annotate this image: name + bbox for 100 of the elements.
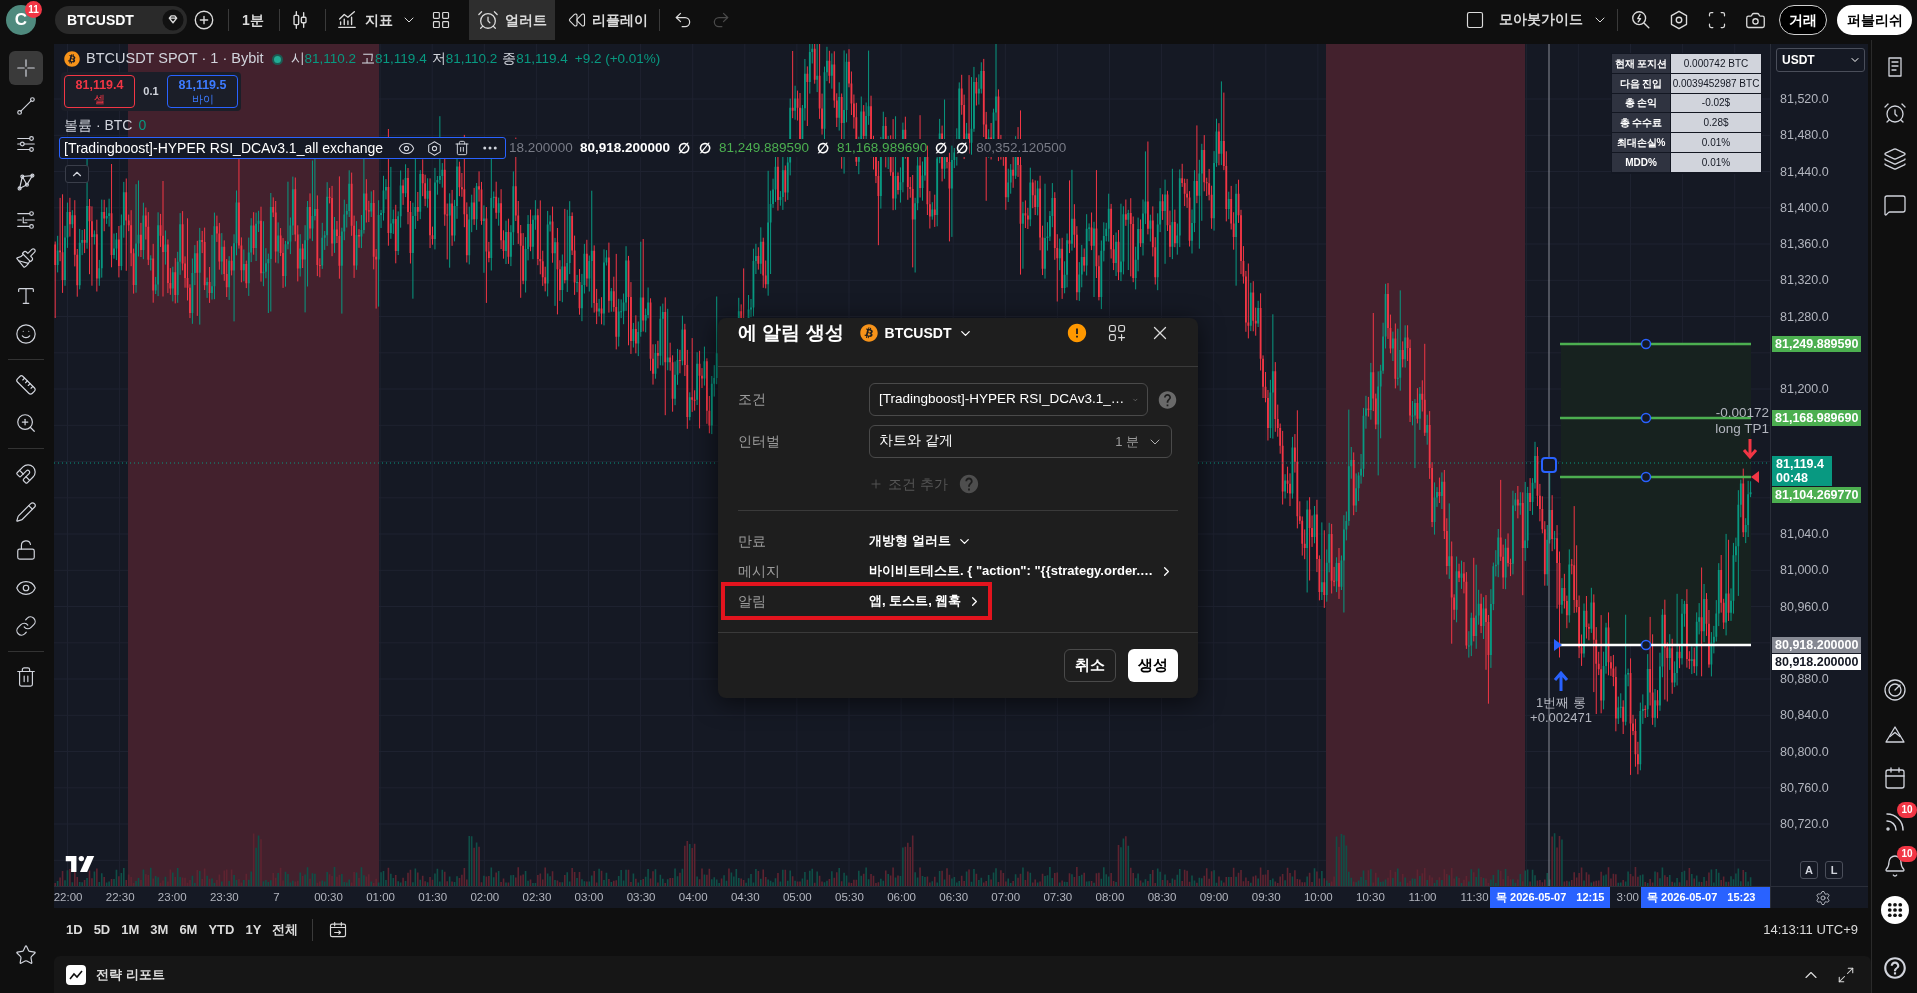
warning-icon[interactable]: [1066, 322, 1088, 344]
price-tick: 81,000.0: [1780, 562, 1829, 579]
ruler-icon[interactable]: [15, 374, 37, 396]
layers-icon[interactable]: [1882, 147, 1907, 171]
publish-button[interactable]: 퍼블리쉬: [1837, 5, 1912, 35]
time-tick: 23:00: [157, 889, 187, 905]
volume-value: 0: [138, 115, 147, 135]
alarm-clock-icon[interactable]: [1882, 101, 1907, 125]
square-icon[interactable]: [1465, 10, 1485, 30]
dropdown-button[interactable]: 개방형 얼러트: [869, 531, 972, 551]
stat-label: 현재 포지션: [1612, 54, 1671, 73]
crosshair-tool[interactable]: [9, 51, 43, 85]
time-tick: 06:00: [887, 889, 916, 905]
level-lines-icon[interactable]: [15, 209, 37, 231]
magnet-icon[interactable]: [15, 463, 37, 485]
settings-icon[interactable]: [426, 139, 444, 157]
plus-circle-icon[interactable]: [193, 9, 215, 31]
smiley-icon[interactable]: [15, 323, 37, 345]
last-price: 81,119.4: [1776, 457, 1825, 471]
calendar-icon[interactable]: [1882, 766, 1907, 790]
replay-button[interactable]: 리플레이: [561, 5, 654, 35]
chat-icon[interactable]: [1882, 193, 1907, 217]
create-button[interactable]: 생성: [1128, 649, 1178, 682]
trade-button[interactable]: 거래: [1779, 5, 1827, 35]
ohlc-label: 종: [502, 49, 517, 68]
price-tick: 81,280.0: [1780, 308, 1829, 325]
sell-button[interactable]: 81,119.4 셀: [64, 75, 135, 108]
drag-handle[interactable]: [1541, 457, 1557, 473]
collapse-button[interactable]: [65, 165, 89, 183]
range-button[interactable]: 3M: [150, 920, 169, 940]
trash-icon[interactable]: [454, 140, 471, 156]
interval-button[interactable]: 1분: [238, 5, 268, 35]
triangle-marker-icon: [1554, 639, 1562, 651]
time-tick: 3:00: [1616, 889, 1639, 905]
range-button[interactable]: 1Y: [245, 920, 262, 940]
ohlc-value: 81,119.4: [375, 49, 427, 68]
time-tick: 06:30: [939, 889, 969, 905]
link-button[interactable]: 바이비트테스트. { "action": "{{strategy.order.…: [869, 561, 1175, 581]
star-icon[interactable]: [15, 944, 37, 966]
maximize-icon[interactable]: [1837, 965, 1855, 984]
range-button[interactable]: 전체: [272, 920, 299, 940]
dial-icon[interactable]: [1882, 678, 1907, 702]
squares-plus-icon[interactable]: [1107, 323, 1127, 343]
stat-value: 0.28$: [1671, 113, 1761, 133]
time-tick: 02:30: [522, 889, 552, 905]
indicator-value: 80,352.120500: [976, 139, 1067, 157]
alarm-clock-icon[interactable]: [476, 9, 499, 31]
text-icon[interactable]: [15, 285, 37, 307]
symbol-dropdown[interactable]: BTCUSDT: [859, 322, 974, 344]
pattern-icon[interactable]: [15, 171, 37, 193]
price-label: 80,918.200000: [1772, 637, 1862, 653]
link-button[interactable]: 앱, 토스트, 웹훅: [869, 591, 983, 611]
cancel-button[interactable]: 취소: [1064, 649, 1116, 682]
range-button[interactable]: 1D: [66, 920, 83, 940]
scale-button[interactable]: L: [1825, 861, 1843, 879]
parallel-lines-icon[interactable]: [15, 133, 37, 155]
range-button[interactable]: 1M: [121, 920, 140, 940]
select-field[interactable]: 차트와 같게 1 분: [869, 425, 1172, 458]
time-tick: 11:00: [1408, 889, 1437, 905]
stat-value: 0.000742 BTC: [1671, 54, 1761, 73]
line-icon[interactable]: [15, 95, 37, 117]
time-tick: 03:30: [626, 889, 656, 905]
price-tick: 80,720.0: [1780, 816, 1829, 832]
ohlc-value: 81,110.2: [304, 49, 357, 68]
indicator-value: ∅: [677, 139, 691, 157]
brush-icon[interactable]: [15, 247, 37, 269]
indicators-button[interactable]: 지표: [331, 5, 397, 35]
zoom-in-icon[interactable]: [15, 412, 37, 434]
indicator-value: 81,249.889590: [719, 139, 810, 157]
symbol-search[interactable]: BTCUSDT: [55, 6, 187, 34]
alert-button[interactable]: 얼러트: [468, 0, 555, 40]
rewind-icon[interactable]: [567, 11, 586, 29]
scale-button[interactable]: A: [1800, 861, 1818, 879]
range-button[interactable]: 5D: [93, 920, 111, 940]
symbol-title: BTCUSDT SPOT · 1 · Bybit: [86, 49, 264, 69]
time-tick: 09:30: [1251, 889, 1281, 905]
link-icon[interactable]: [15, 615, 37, 637]
select-field[interactable]: [Tradingboost]-HYPER RSI_DCAv3.1_…: [869, 383, 1148, 416]
settings-icon[interactable]: [1815, 889, 1831, 906]
price-tick: 81,480.0: [1780, 127, 1829, 144]
range-button[interactable]: YTD: [208, 920, 235, 940]
chart-icon[interactable]: [335, 9, 358, 31]
layout-name-button[interactable]: 모아봇가이드: [1461, 5, 1587, 35]
trash-icon[interactable]: [15, 666, 37, 688]
crosshair-icon[interactable]: [15, 57, 37, 79]
lock-icon[interactable]: [15, 539, 37, 561]
time-tick: 09:00: [1199, 889, 1229, 905]
indicator-legend[interactable]: [Tradingboost]-HYPER RSI_DCAv3.1_all exchange: [59, 137, 507, 159]
time-tick: 07:00: [991, 889, 1021, 905]
range-button[interactable]: 6M: [179, 920, 198, 940]
price-label: 81,168.989690: [1772, 410, 1862, 426]
time-tick: 7: [273, 889, 280, 905]
coin-icon: [64, 51, 80, 67]
indicator-value: 81,168.989690: [837, 139, 928, 157]
entry-name: 1번째 롱: [1535, 695, 1587, 710]
pencil-icon[interactable]: [15, 501, 37, 523]
buy-button[interactable]: 81,119.5 바이: [167, 75, 238, 108]
currency-select[interactable]: USDT: [1776, 48, 1865, 72]
target-pnl: -0.00172: [1715, 405, 1769, 420]
stat-label: 최대손실%: [1612, 133, 1671, 152]
